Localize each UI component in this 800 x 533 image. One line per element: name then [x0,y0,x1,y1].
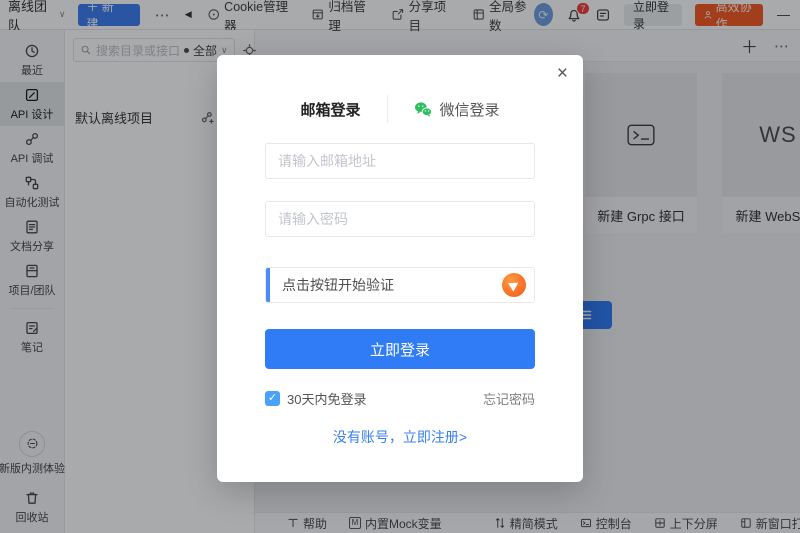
login-modal: × 邮箱登录 微信登录 点击按钮开始验证 立即登录 [217,55,583,482]
remember-checkbox[interactable]: ✓ [265,391,280,406]
login-form: 点击按钮开始验证 立即登录 ✓ 30天内免登录 忘记密码 没有账号，立即注册> [265,55,535,482]
captcha-widget[interactable]: 点击按钮开始验证 [265,267,535,303]
captcha-accent-bar [266,268,270,302]
close-icon[interactable]: × [557,64,568,83]
email-field[interactable] [265,143,535,179]
submit-login-button[interactable]: 立即登录 [265,329,535,369]
forgot-password-link[interactable]: 忘记密码 [483,389,535,408]
remember-label: 30天内免登录 [287,389,366,408]
password-field[interactable] [265,201,535,237]
captcha-label: 点击按钮开始验证 [282,275,502,295]
register-link[interactable]: 没有账号，立即注册> [265,427,535,447]
submit-login-label: 立即登录 [370,339,430,360]
captcha-logo-icon [502,273,526,297]
